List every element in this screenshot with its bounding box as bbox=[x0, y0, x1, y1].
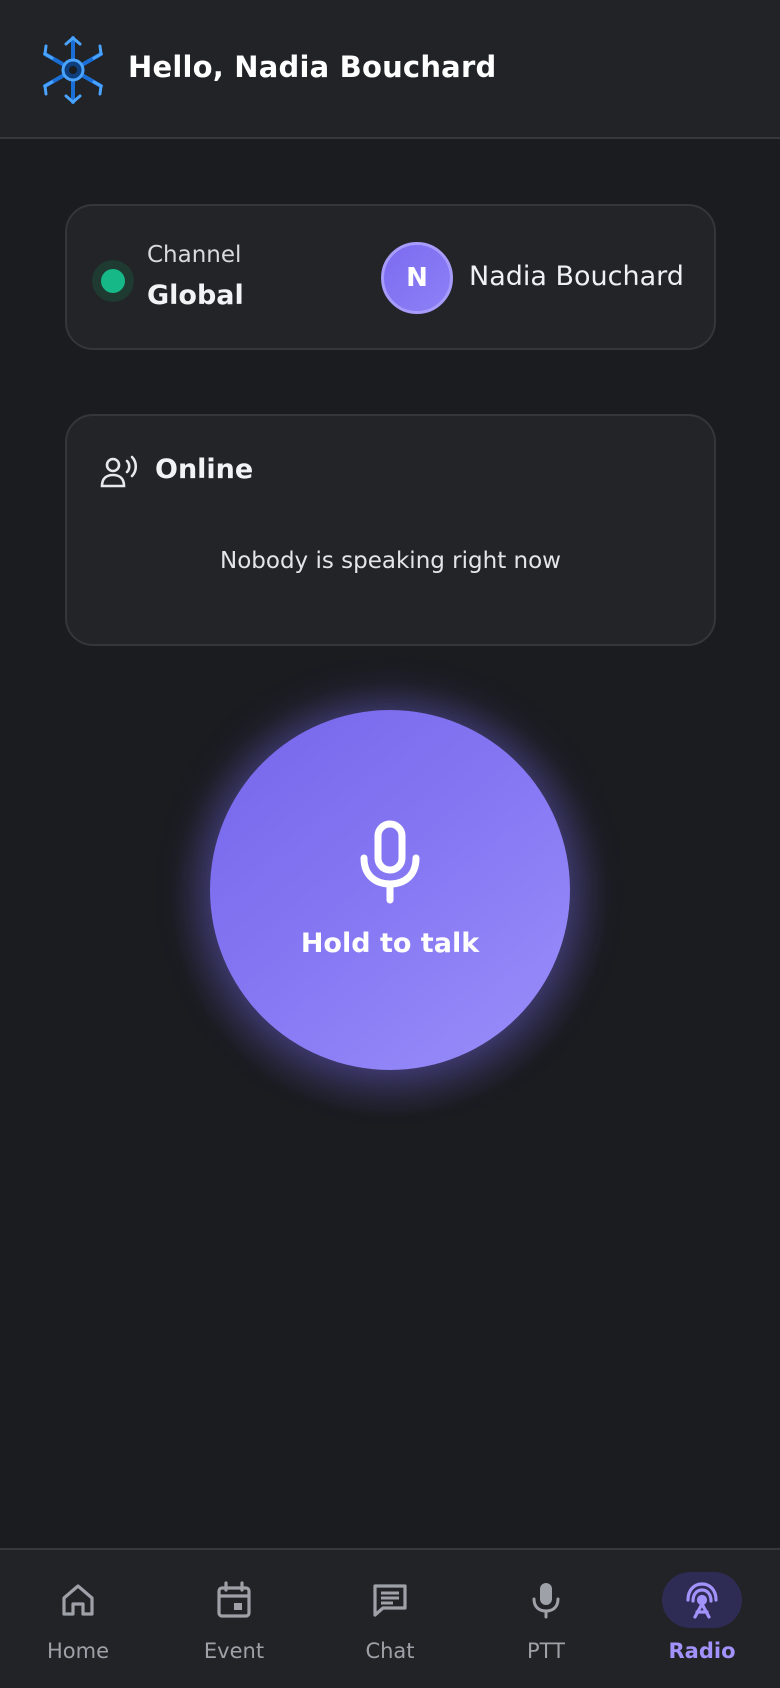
greeting-title: Hello, Nadia Bouchard bbox=[128, 50, 497, 84]
channel-card[interactable]: Channel Global N Nadia Bouchard bbox=[65, 204, 716, 350]
nav-item-ptt[interactable]: PTT bbox=[468, 1550, 624, 1688]
empty-speakers-message: Nobody is speaking right now bbox=[220, 548, 561, 574]
channel-label: Channel bbox=[147, 242, 242, 268]
avatar: N bbox=[381, 242, 453, 314]
ptt-label: Hold to talk bbox=[300, 928, 480, 959]
microphone-icon bbox=[532, 1583, 560, 1619]
channel-status-indicator bbox=[92, 260, 134, 302]
calendar-icon bbox=[217, 1581, 251, 1618]
online-title: Online bbox=[155, 454, 254, 485]
nav-label: Home bbox=[46, 1639, 109, 1663]
home-icon bbox=[62, 1584, 94, 1616]
status-dot bbox=[101, 269, 125, 293]
microphone-icon bbox=[360, 820, 420, 904]
nav-label: Radio bbox=[668, 1639, 736, 1663]
app-header: Hello, Nadia Bouchard bbox=[0, 0, 780, 139]
speaking-person-icon bbox=[100, 455, 138, 488]
app-root: Hello, Nadia Bouchard Channel Global N N… bbox=[0, 0, 780, 1688]
nav-item-event[interactable]: Event bbox=[156, 1550, 312, 1688]
nav-label: Chat bbox=[365, 1639, 415, 1663]
nav-label: PTT bbox=[527, 1639, 565, 1663]
online-card: Online Nobody is speaking right now bbox=[65, 414, 716, 646]
user-name: Nadia Bouchard bbox=[469, 261, 684, 292]
hold-to-talk-button[interactable]: Hold to talk bbox=[210, 710, 570, 1070]
nav-label: Event bbox=[203, 1639, 265, 1663]
nav-item-radio[interactable]: Radio bbox=[624, 1550, 780, 1688]
nav-item-chat[interactable]: Chat bbox=[312, 1550, 468, 1688]
snowflake-logo-icon bbox=[43, 36, 103, 104]
bottom-nav: Home Event Chat PTT Radio bbox=[0, 1548, 780, 1688]
radio-tower-icon bbox=[686, 1582, 718, 1619]
channel-name: Global bbox=[147, 280, 244, 311]
chat-icon bbox=[373, 1584, 407, 1617]
nav-item-home[interactable]: Home bbox=[0, 1550, 156, 1688]
